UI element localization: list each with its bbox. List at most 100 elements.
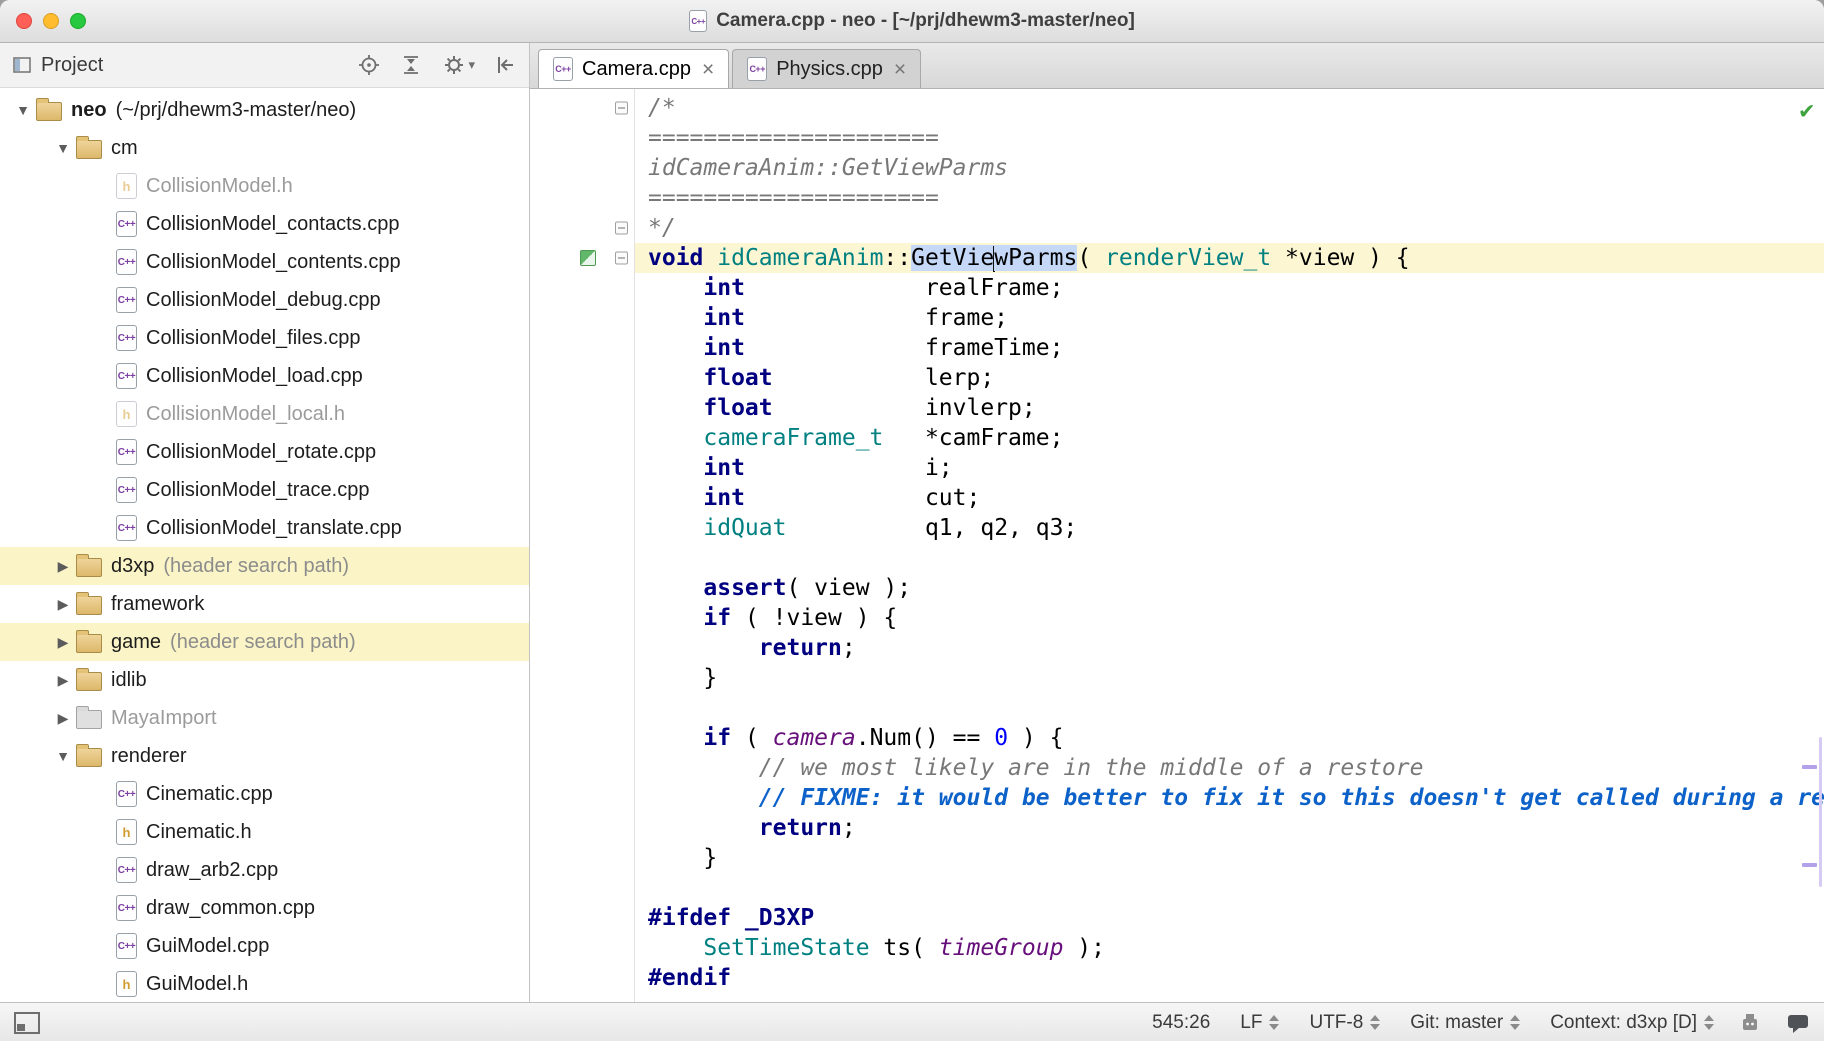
code-line[interactable]: int i; bbox=[530, 453, 1824, 483]
code-line-text: assert( view ); bbox=[634, 573, 1824, 603]
tree-item[interactable]: hCinematic.h bbox=[0, 813, 529, 851]
code-line[interactable]: // we most likely are in the middle of a… bbox=[530, 753, 1824, 783]
code-line[interactable] bbox=[530, 693, 1824, 723]
folder-icon bbox=[76, 672, 102, 691]
fold-toggle-icon[interactable] bbox=[615, 102, 628, 115]
code-editor[interactable]: ✔ /*=====================idCameraAnim::G… bbox=[530, 89, 1824, 1002]
code-line[interactable] bbox=[530, 543, 1824, 573]
tree-collapse-arrow[interactable]: ▼ bbox=[10, 102, 36, 118]
tree-expand-arrow[interactable]: ▶ bbox=[50, 558, 76, 575]
tree-item[interactable]: ▼neo(~/prj/dhewm3-master/neo) bbox=[0, 91, 529, 129]
code-line[interactable]: // FIXME: it would be better to fix it s… bbox=[530, 783, 1824, 813]
tree-expand-arrow[interactable]: ▶ bbox=[50, 710, 76, 727]
code-line[interactable]: assert( view ); bbox=[530, 573, 1824, 603]
code-line[interactable]: #ifdef _D3XP bbox=[530, 903, 1824, 933]
tree-item[interactable]: ▶idlib bbox=[0, 661, 529, 699]
tree-expand-arrow[interactable]: ▶ bbox=[50, 596, 76, 613]
tree-item[interactable]: C++draw_arb2.cpp bbox=[0, 851, 529, 889]
tree-collapse-arrow[interactable]: ▼ bbox=[50, 140, 76, 156]
close-window-button[interactable] bbox=[16, 13, 32, 29]
code-line[interactable]: if ( camera.Num() == 0 ) { bbox=[530, 723, 1824, 753]
editor-tab[interactable]: C++Physics.cpp× bbox=[732, 49, 921, 88]
close-icon[interactable]: × bbox=[702, 59, 714, 80]
caret-position[interactable]: 545:26 bbox=[1152, 1012, 1210, 1034]
code-line[interactable]: int frameTime; bbox=[530, 333, 1824, 363]
fold-toggle-icon[interactable] bbox=[615, 222, 628, 235]
code-token: q1, q2, q3; bbox=[786, 515, 1077, 541]
tree-expand-arrow[interactable]: ▶ bbox=[50, 634, 76, 651]
code-line[interactable]: int cut; bbox=[530, 483, 1824, 513]
tree-item[interactable]: hCollisionModel_local.h bbox=[0, 395, 529, 433]
code-line[interactable]: return; bbox=[530, 813, 1824, 843]
collapse-all-icon[interactable] bbox=[400, 54, 422, 76]
code-line[interactable]: void idCameraAnim::GetViewParms( renderV… bbox=[530, 243, 1824, 273]
tree-item[interactable]: ▶MayaImport bbox=[0, 699, 529, 737]
tree-item[interactable]: ▼renderer bbox=[0, 737, 529, 775]
tree-item-suffix: (~/prj/dhewm3-master/neo) bbox=[116, 99, 357, 122]
code-line[interactable]: int frame; bbox=[530, 303, 1824, 333]
tree-item[interactable]: C++CollisionModel_debug.cpp bbox=[0, 281, 529, 319]
code-line[interactable]: SetTimeState ts( timeGroup ); bbox=[530, 933, 1824, 963]
tree-item[interactable]: C++draw_common.cpp bbox=[0, 889, 529, 927]
scroll-from-source-icon[interactable] bbox=[358, 54, 380, 76]
tree-item[interactable]: C++CollisionModel_trace.cpp bbox=[0, 471, 529, 509]
tree-item[interactable]: C++CollisionModel_load.cpp bbox=[0, 357, 529, 395]
tree-collapse-arrow[interactable]: ▼ bbox=[50, 748, 76, 764]
tree-item[interactable]: C++CollisionModel_rotate.cpp bbox=[0, 433, 529, 471]
inspections-status-icon[interactable]: ✔ bbox=[1800, 95, 1814, 125]
tree-item[interactable]: hGuiModel.h bbox=[0, 965, 529, 1002]
tree-item[interactable]: ▶framework bbox=[0, 585, 529, 623]
resolve-context-widget[interactable]: Context: d3xp [D] bbox=[1550, 1012, 1714, 1034]
code-line[interactable] bbox=[530, 873, 1824, 903]
implemented-marker-icon[interactable] bbox=[580, 250, 596, 266]
event-log-icon[interactable] bbox=[1786, 1012, 1810, 1034]
code-line[interactable]: } bbox=[530, 663, 1824, 693]
code-line[interactable]: #endif bbox=[530, 963, 1824, 993]
tool-window-switcher-icon[interactable] bbox=[14, 1012, 40, 1034]
code-line[interactable]: ===================== bbox=[530, 123, 1824, 153]
code-line[interactable]: idCameraAnim::GetViewParms bbox=[530, 153, 1824, 183]
encoding-widget[interactable]: UTF-8 bbox=[1309, 1012, 1380, 1034]
code-line[interactable]: if ( !view ) { bbox=[530, 603, 1824, 633]
code-line[interactable]: */ bbox=[530, 213, 1824, 243]
vcs-change-marker[interactable] bbox=[1802, 765, 1817, 769]
vcs-change-marker[interactable] bbox=[1802, 863, 1817, 867]
close-icon[interactable]: × bbox=[894, 59, 906, 80]
indent-spacer bbox=[0, 148, 50, 149]
tree-item[interactable]: hCollisionModel.h bbox=[0, 167, 529, 205]
gutter bbox=[530, 393, 634, 423]
code-token bbox=[648, 725, 703, 751]
hide-panel-icon[interactable] bbox=[495, 54, 517, 76]
code-line[interactable]: ===================== bbox=[530, 183, 1824, 213]
zoom-window-button[interactable] bbox=[70, 13, 86, 29]
code-line[interactable]: int realFrame; bbox=[530, 273, 1824, 303]
code-line[interactable]: idQuat q1, q2, q3; bbox=[530, 513, 1824, 543]
code-line[interactable]: float invlerp; bbox=[530, 393, 1824, 423]
code-line[interactable]: } bbox=[530, 843, 1824, 873]
code-line[interactable]: cameraFrame_t *camFrame; bbox=[530, 423, 1824, 453]
code-line[interactable]: return; bbox=[530, 633, 1824, 663]
tree-item[interactable]: C++CollisionModel_contacts.cpp bbox=[0, 205, 529, 243]
tree-item[interactable]: C++CollisionModel_translate.cpp bbox=[0, 509, 529, 547]
tree-item[interactable]: ▼cm bbox=[0, 129, 529, 167]
tree-item[interactable]: C++CollisionModel_contents.cpp bbox=[0, 243, 529, 281]
code-token: int bbox=[703, 305, 745, 331]
scrollbar-thumb[interactable] bbox=[1819, 737, 1822, 887]
line-separator-widget[interactable]: LF bbox=[1240, 1012, 1279, 1034]
highlighting-level-icon[interactable] bbox=[1738, 1011, 1762, 1035]
code-token: frameTime; bbox=[745, 335, 1064, 361]
git-branch-widget[interactable]: Git: master bbox=[1410, 1012, 1520, 1034]
fold-toggle-icon[interactable] bbox=[615, 252, 628, 265]
tree-item[interactable]: C++Cinematic.cpp bbox=[0, 775, 529, 813]
tree-item[interactable]: C++CollisionModel_files.cpp bbox=[0, 319, 529, 357]
tree-expand-arrow[interactable]: ▶ bbox=[50, 672, 76, 689]
tree-item[interactable]: ▶d3xp(header search path) bbox=[0, 547, 529, 585]
settings-gear-icon[interactable]: ▾ bbox=[442, 53, 475, 77]
code-line[interactable]: float lerp; bbox=[530, 363, 1824, 393]
code-line[interactable]: /* bbox=[530, 93, 1824, 123]
tree-item[interactable]: ▶game(header search path) bbox=[0, 623, 529, 661]
editor-tab[interactable]: C++Camera.cpp× bbox=[538, 49, 729, 88]
cpp-file-icon: C++ bbox=[116, 249, 137, 275]
tree-item[interactable]: C++GuiModel.cpp bbox=[0, 927, 529, 965]
minimize-window-button[interactable] bbox=[43, 13, 59, 29]
